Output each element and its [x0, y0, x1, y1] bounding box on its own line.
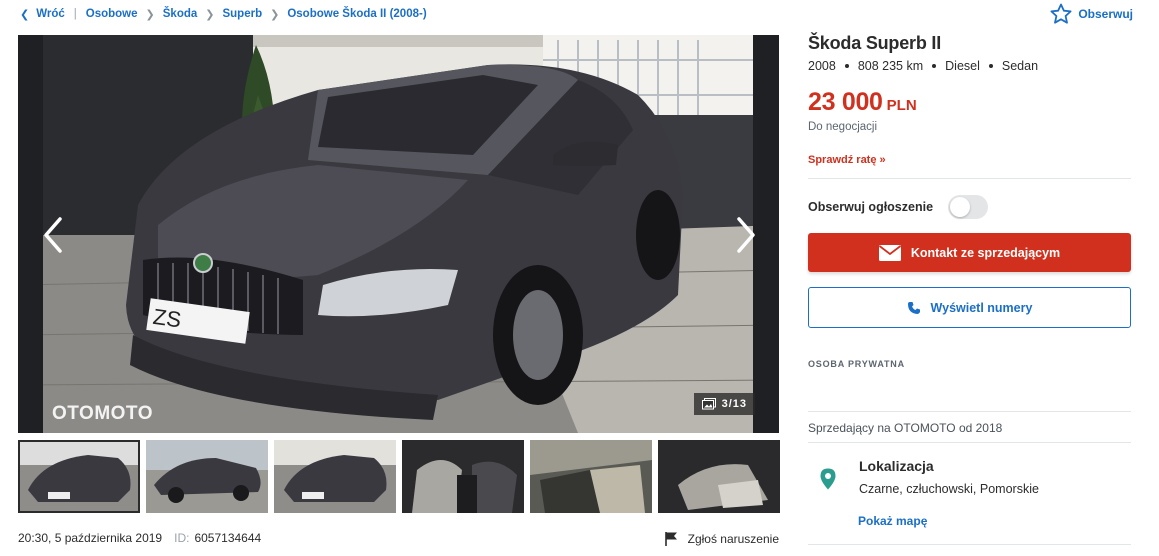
chevron-right-icon: ❯: [270, 8, 280, 21]
listing-meta: 20:30, 5 października 2019 ID: 605713464…: [18, 531, 779, 547]
watch-button[interactable]: Obserwuj: [1048, 2, 1133, 26]
spec-fuel: Diesel: [945, 59, 980, 73]
thumbnail[interactable]: [402, 440, 524, 513]
thumbnail-strip: [18, 440, 780, 513]
check-rate-link[interactable]: Sprawdź ratę »: [808, 154, 886, 166]
contact-seller-button[interactable]: Kontakt ze sprzedającym: [808, 233, 1131, 272]
report-button[interactable]: Zgłoś naruszenie: [664, 531, 779, 547]
license-plate: ZS: [151, 304, 182, 333]
divider: [808, 442, 1131, 443]
thumbnail[interactable]: [658, 440, 780, 513]
seller-type: OSOBA PRYWATNA: [808, 359, 905, 369]
divider: [808, 544, 1131, 545]
envelope-icon: [878, 244, 901, 261]
location-title: Lokalizacja: [859, 458, 934, 474]
photo-counter-text: 3/13: [721, 398, 747, 410]
spec-body: Sedan: [1001, 59, 1039, 73]
observe-toggle[interactable]: [948, 195, 988, 219]
phone-icon: [907, 301, 920, 314]
star-outline-icon: [1050, 3, 1072, 24]
chevron-right-icon[interactable]: [731, 215, 761, 255]
price-currency: PLN: [886, 97, 917, 114]
listing-id: 6057134644: [194, 531, 262, 545]
photo-counter: 3/13: [693, 393, 755, 415]
back-link[interactable]: Wróć: [36, 8, 65, 20]
show-phone-button[interactable]: Wyświetl numery: [808, 287, 1131, 328]
thumbnail[interactable]: [274, 440, 396, 513]
report-label: Zgłoś naruszenie: [687, 532, 779, 546]
flag-icon: [664, 532, 677, 546]
observe-row: Obserwuj ogłoszenie: [808, 194, 988, 220]
seller-since: Sprzedający na OTOMOTO od 2018: [808, 421, 1003, 435]
observe-label: Obserwuj ogłoszenie: [808, 200, 934, 214]
breadcrumb-item-osobowe[interactable]: Osobowe: [86, 8, 138, 20]
divider: [808, 411, 1131, 412]
breadcrumb-item-generation[interactable]: Osobowe Škoda II (2008-): [287, 8, 426, 20]
otomoto-watermark: OTOMOTO: [52, 403, 153, 424]
listing-id-label: ID:: [174, 531, 190, 545]
chevron-left-icon: ❮: [20, 8, 30, 21]
chevron-right-icon: ❯: [145, 8, 155, 21]
listing-specs: 2008 808 235 km Diesel Sedan: [808, 59, 1038, 73]
breadcrumb-divider: |: [73, 8, 77, 20]
location-address: Czarne, człuchowski, Pomorskie: [859, 482, 1039, 496]
photos-icon: [701, 398, 716, 410]
show-map-link[interactable]: Pokaż mapę: [858, 514, 927, 528]
chevron-right-icon: ❯: [205, 8, 215, 21]
spec-year: 2008: [808, 59, 836, 73]
watch-label: Obserwuj: [1078, 7, 1133, 21]
chevron-left-icon[interactable]: [38, 215, 68, 255]
thumbnail[interactable]: [146, 440, 268, 513]
main-photo[interactable]: ZS OTOMOTO 3/13: [18, 35, 779, 433]
thumbnail[interactable]: [530, 440, 652, 513]
breadcrumb-item-superb[interactable]: Superb: [222, 8, 262, 20]
contact-seller-label: Kontakt ze sprzedającym: [910, 245, 1061, 260]
show-phone-label: Wyświetl numery: [930, 300, 1033, 315]
breadcrumb: ❮ Wróć | Osobowe ❯ Škoda ❯ Superb ❯ Osob…: [20, 6, 427, 22]
toggle-knob: [950, 197, 970, 217]
spec-separator: [988, 64, 993, 68]
price: 23 000 PLN: [808, 88, 917, 117]
map-pin-icon: [820, 468, 836, 490]
spec-separator: [844, 64, 849, 68]
spec-mileage: 808 235 km: [857, 59, 924, 73]
spec-separator: [932, 64, 937, 68]
thumbnail[interactable]: [18, 440, 140, 513]
listing-date: 20:30, 5 października 2019: [18, 531, 163, 545]
car-photo: ZS: [18, 35, 779, 433]
divider: [808, 178, 1131, 179]
breadcrumb-item-skoda[interactable]: Škoda: [163, 8, 198, 20]
price-amount: 23 000: [808, 88, 883, 116]
listing-title: Škoda Superb II: [808, 33, 942, 53]
negotiable-label: Do negocjacji: [808, 121, 878, 133]
